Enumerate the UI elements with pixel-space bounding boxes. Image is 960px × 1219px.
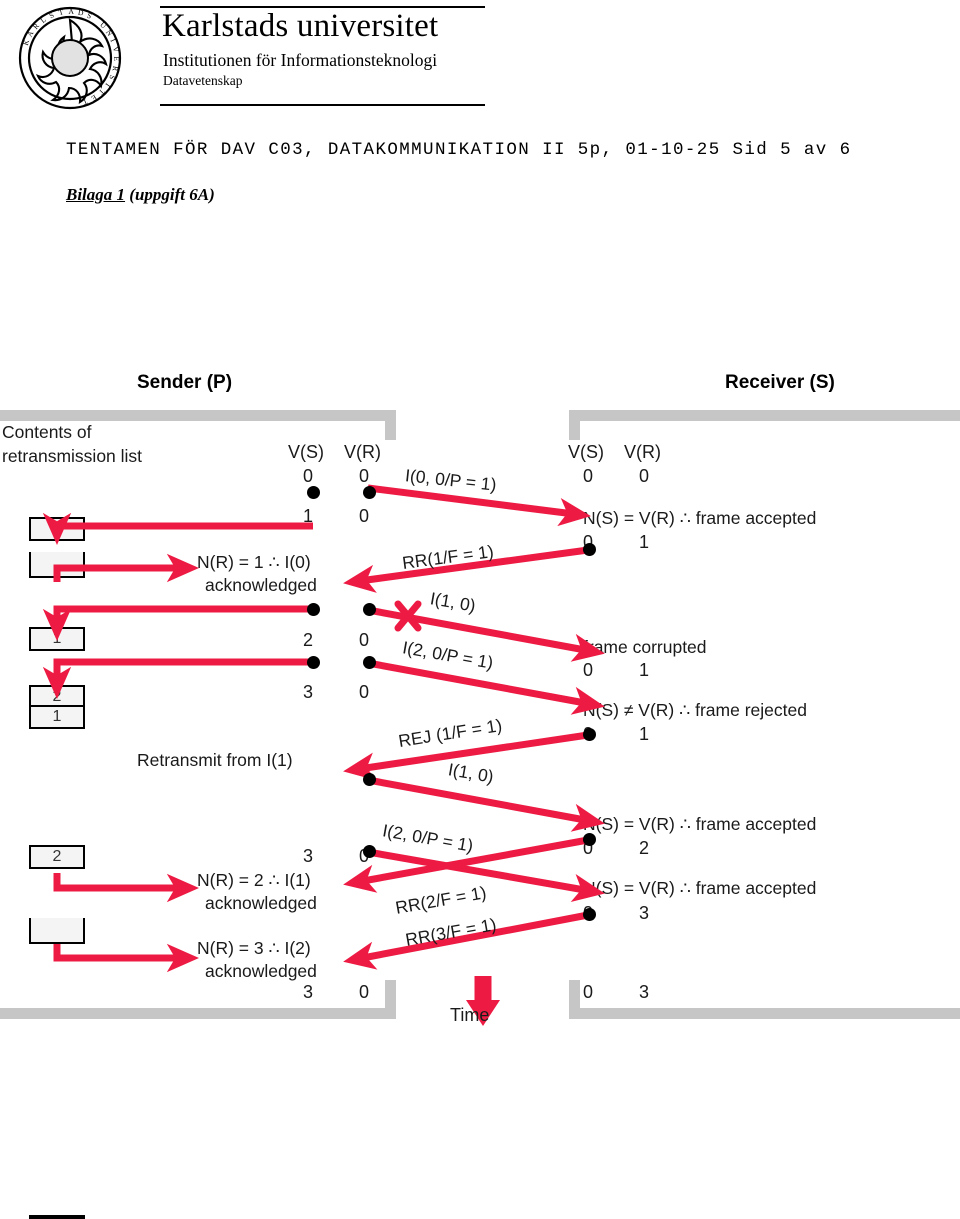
appendix-rest: (uppgift 6A) (125, 185, 215, 204)
sender-event-dot-1 (307, 603, 320, 616)
sender-event-dot-4 (363, 656, 376, 669)
sender-event-dot-0 (307, 486, 320, 499)
protocol-sequence-diagram: Sender (P) Receiver (S) Contents of retr… (0, 360, 960, 1219)
appendix-title: Bilaga 1 (uppgift 6A) (66, 185, 215, 205)
sender-event-dot-3 (307, 656, 320, 669)
header-rule-bottom (160, 104, 485, 106)
exam-header-line: TENTAMEN FÖR DAV C03, DATAKOMMUNIKATION … (66, 140, 852, 160)
receiver-event-dot-3 (583, 908, 596, 921)
retransmission-box-lower-1 (29, 918, 85, 944)
retransmission-box-lower-0: 2 (29, 845, 85, 869)
sender-event-dot-5 (363, 773, 376, 786)
time-axis-label: Time (450, 1005, 490, 1025)
sender-event-dot-2 (363, 603, 376, 616)
sender-event-dot-6 (363, 845, 376, 858)
retransmission-box-4 (29, 1215, 85, 1219)
university-seal-icon: K A R L S T A D S U N I V E R S I T E T (18, 7, 121, 110)
subject-name: Datavetenskap (163, 73, 243, 88)
receiver-event-dot-2 (583, 833, 596, 846)
retransmission-cell: 2 (52, 848, 62, 865)
receiver-event-dot-0 (583, 543, 596, 556)
receiver-event-dot-1 (583, 728, 596, 741)
department-name: Institutionen för Informationsteknologi (163, 50, 438, 70)
svg-text:E: E (112, 56, 121, 61)
appendix-label: Bilaga 1 (66, 185, 126, 204)
retransmission-cell (31, 918, 83, 938)
university-logo-block: K A R L S T A D S U N I V E R S I T E T … (0, 0, 500, 120)
svg-text:A: A (68, 7, 74, 16)
receiver-path-dot-0 (363, 486, 376, 499)
university-name: Karlstads universitet (162, 8, 439, 44)
